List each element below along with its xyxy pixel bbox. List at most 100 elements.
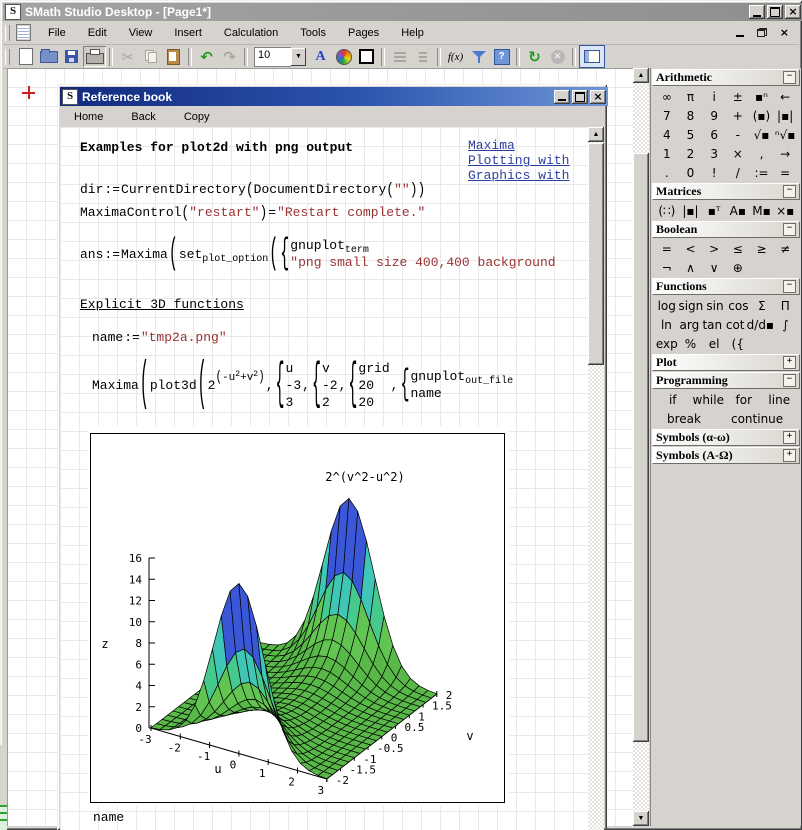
panel-header[interactable]: Arithmetic− — [652, 69, 800, 86]
palette-button[interactable]: M▪ — [752, 204, 771, 218]
palette-button[interactable]: Π — [781, 299, 790, 313]
font-size-combo[interactable]: 10 ▼ — [254, 47, 306, 67]
copy-button[interactable] — [139, 46, 162, 67]
formula-set-plot-option[interactable]: ans:=Maxima(setplot_option({gnuplotterm"… — [80, 230, 556, 278]
refwin-minimize-button[interactable] — [554, 90, 570, 104]
palette-button[interactable]: ← — [780, 90, 790, 104]
panel-collapse-toggle[interactable]: − — [783, 71, 796, 84]
menu-item[interactable]: Pages — [337, 24, 390, 42]
panel-header[interactable]: Boolean− — [652, 221, 800, 238]
recalculate-button[interactable]: ↻ — [523, 46, 546, 67]
doc-link[interactable]: Maxima — [468, 138, 584, 153]
panel-collapse-toggle[interactable]: + — [783, 356, 796, 369]
palette-button[interactable]: (∷) — [658, 204, 675, 218]
palette-button[interactable]: ▪ᵀ — [708, 204, 721, 218]
palette-button[interactable]: 5 — [687, 128, 695, 142]
surface-plot-image[interactable]: 0246810121416-3-2-10123-2-1.5-1-0.500.51… — [88, 426, 509, 806]
palette-button[interactable]: / — [736, 166, 740, 180]
palette-button[interactable]: ∨ — [710, 261, 719, 275]
palette-button[interactable]: ¬ — [662, 261, 672, 275]
combo-dropdown-button[interactable]: ▼ — [291, 48, 306, 66]
menu-item[interactable]: Insert — [163, 24, 213, 42]
palette-button[interactable]: A▪ — [730, 204, 746, 218]
print-button[interactable] — [83, 46, 106, 67]
palette-button[interactable]: for — [736, 393, 753, 407]
palette-button[interactable]: ×▪ — [776, 204, 794, 218]
palette-button[interactable]: |▪| — [682, 204, 698, 218]
palette-button[interactable]: (▪) — [753, 109, 771, 123]
palette-button[interactable]: tan — [702, 318, 722, 332]
panel-collapse-toggle[interactable]: + — [783, 431, 796, 444]
side-panel-toggle-button[interactable] — [579, 45, 605, 68]
panel-header[interactable]: Matrices− — [652, 183, 800, 200]
panel-header[interactable]: Symbols (Α-Ω)+ — [652, 447, 800, 464]
menu-item[interactable]: Edit — [77, 24, 118, 42]
doc-link[interactable]: Graphics with — [468, 168, 584, 183]
undo-button[interactable]: ↶ — [195, 46, 218, 67]
formula-name-assign[interactable]: name:="tmp2a.png" — [92, 330, 227, 345]
menu-item[interactable]: Calculation — [213, 24, 289, 42]
palette-button[interactable]: el — [709, 337, 720, 351]
palette-button[interactable]: ≤ — [733, 242, 743, 256]
filter-button[interactable] — [467, 46, 490, 67]
menu-item[interactable]: Tools — [289, 24, 337, 42]
palette-button[interactable] — [332, 46, 355, 67]
formula-maxima-control[interactable]: MaximaControl("restart")="Restart comple… — [80, 205, 425, 220]
palette-button[interactable]: ± — [733, 90, 743, 104]
menu-item[interactable]: Help — [390, 24, 435, 42]
save-button[interactable] — [60, 46, 83, 67]
palette-button[interactable]: cot — [726, 318, 745, 332]
refwin-close-button[interactable]: × — [590, 90, 606, 104]
palette-button[interactable]: 3 — [710, 147, 718, 161]
palette-button[interactable]: 0 — [687, 166, 695, 180]
panel-collapse-toggle[interactable]: + — [783, 449, 796, 462]
align-vertical-button[interactable] — [411, 46, 434, 67]
reference-book-title-bar[interactable]: S Reference book × — [60, 87, 608, 106]
formula-dir[interactable]: dir:=CurrentDirectory(DocumentDirectory(… — [80, 182, 425, 197]
panel-collapse-toggle[interactable]: − — [783, 374, 796, 387]
palette-button[interactable]: ⁿ√▪ — [775, 128, 796, 142]
palette-button[interactable]: sin — [706, 299, 723, 313]
palette-button[interactable]: ∞ — [662, 90, 672, 104]
palette-button[interactable]: ▪ⁿ — [755, 90, 768, 104]
palette-button[interactable]: ≠ — [780, 242, 790, 256]
close-button[interactable]: × — [785, 5, 801, 19]
panel-header[interactable]: Functions− — [652, 278, 800, 295]
palette-button[interactable]: arg — [680, 318, 700, 332]
palette-button[interactable]: ≥ — [756, 242, 766, 256]
palette-button[interactable]: 1 — [663, 147, 671, 161]
font-color-button[interactable]: A — [309, 46, 332, 67]
palette-button[interactable]: line — [768, 393, 790, 407]
maximize-button[interactable] — [767, 5, 783, 19]
palette-button[interactable]: < — [685, 242, 695, 256]
palette-button[interactable]: exp — [656, 337, 678, 351]
menubar-grip[interactable] — [5, 25, 10, 41]
palette-button[interactable]: continue — [731, 412, 783, 426]
help-reference-button[interactable]: ? — [490, 46, 513, 67]
palette-button[interactable]: |▪| — [777, 109, 793, 123]
reference-menu-item[interactable]: Back — [117, 108, 169, 126]
formula-plot3d[interactable]: Maxima(plot3d(2(-u2+v2),{u-33,{v-22,{gri… — [92, 355, 513, 415]
toolbar-grip[interactable] — [5, 49, 10, 65]
palette-button[interactable]: d/d▪ — [747, 318, 774, 332]
scroll-down-button[interactable]: ▼ — [633, 811, 649, 826]
font-size-value[interactable]: 10 — [254, 47, 291, 67]
panel-collapse-toggle[interactable]: − — [783, 223, 796, 236]
doc-link[interactable]: Plotting with — [468, 153, 584, 168]
palette-button[interactable]: 8 — [687, 109, 695, 123]
reference-book-scrollbar[interactable]: ▲ — [588, 127, 604, 830]
palette-button[interactable]: % — [685, 337, 696, 351]
palette-button[interactable]: 2 — [687, 147, 695, 161]
menu-item[interactable]: View — [118, 24, 164, 42]
border-button[interactable] — [355, 46, 378, 67]
panel-collapse-toggle[interactable]: − — [783, 280, 796, 293]
align-horizontal-button[interactable] — [388, 46, 411, 67]
palette-button[interactable]: = — [662, 242, 672, 256]
page-icon[interactable] — [16, 24, 31, 41]
palette-button[interactable]: ln — [661, 318, 672, 332]
palette-button[interactable]: 6 — [710, 128, 718, 142]
palette-button[interactable]: + — [733, 109, 743, 123]
panel-collapse-toggle[interactable]: − — [783, 185, 796, 198]
palette-button[interactable]: i — [712, 90, 715, 104]
palette-button[interactable]: sign — [678, 299, 703, 313]
